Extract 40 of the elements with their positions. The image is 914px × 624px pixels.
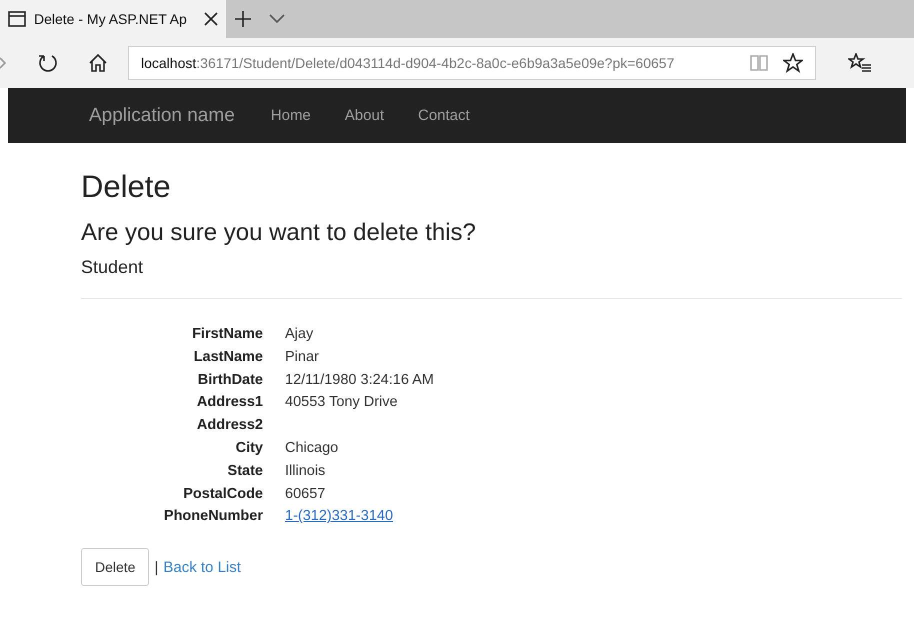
phone-link[interactable]: 1-(312)331-3140 xyxy=(285,507,394,526)
entity-name: Student xyxy=(81,257,144,278)
window-icon xyxy=(8,11,26,27)
page-title: Delete xyxy=(81,169,172,205)
field-label: City xyxy=(234,438,263,458)
url-host: localhost xyxy=(141,55,196,71)
field-value: Ajay xyxy=(285,325,314,344)
field-label: BirthDate xyxy=(196,370,263,390)
tab-title: Delete - My ASP.NET Ap xyxy=(34,11,188,27)
field-value: 40553 Tony Drive xyxy=(285,393,399,412)
field-value: 12/11/1980 3:24:16 AM xyxy=(285,370,435,390)
close-icon[interactable] xyxy=(204,12,218,26)
delete-button[interactable]: Delete xyxy=(81,548,150,586)
field-value: Pinar xyxy=(285,348,320,367)
field-value: 60657 xyxy=(285,484,326,504)
url-path: :36171/Student/Delete/d043114d-d904-4b2c-8a0c-e6b9a3a5e09e?pk=60657 xyxy=(196,55,676,71)
brand-link[interactable]: Application name xyxy=(89,104,235,126)
field-label: Address1 xyxy=(196,393,263,412)
separator: | xyxy=(154,558,158,576)
field-label: Address2 xyxy=(196,416,263,435)
field-label: FirstName xyxy=(191,325,263,344)
home-icon[interactable] xyxy=(88,53,108,73)
nav-link[interactable]: Home xyxy=(270,107,311,124)
favorites-icon[interactable] xyxy=(848,53,872,73)
plus-icon[interactable] xyxy=(234,10,252,28)
confirm-question: Are you sure you want to delete this? xyxy=(81,219,477,247)
field-label: LastName xyxy=(192,348,263,367)
field-label: State xyxy=(226,462,263,481)
nav-link[interactable]: Contact xyxy=(418,107,470,124)
chevron-down-icon[interactable] xyxy=(269,14,285,24)
star-icon[interactable] xyxy=(783,53,803,73)
refresh-icon[interactable] xyxy=(38,53,58,73)
browser-tab[interactable]: Delete - My ASP.NET Ap xyxy=(0,0,226,38)
back-to-list-link[interactable]: Back to List xyxy=(163,558,241,576)
field-value: Chicago xyxy=(285,438,340,458)
field-label: PhoneNumber xyxy=(162,507,263,526)
field-value: Illinois xyxy=(285,462,326,481)
nav-link[interactable]: About xyxy=(344,107,384,124)
address-bar[interactable]: localhost:36171/Student/Delete/d043114d-d904-4b2c-8a0c-e6b9a3a5e09e?pk=60657 xyxy=(128,46,816,80)
field-label: PostalCode xyxy=(182,484,263,504)
